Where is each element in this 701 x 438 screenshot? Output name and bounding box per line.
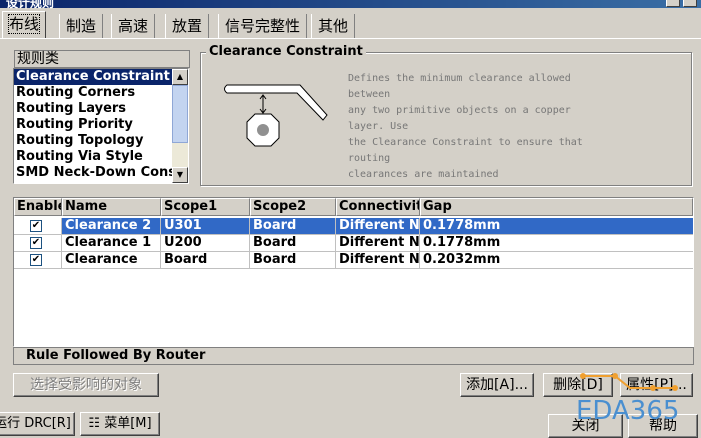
- header-gap[interactable]: Gap: [420, 198, 693, 216]
- list-item[interactable]: Routing Via Style: [14, 149, 173, 165]
- header-scope2[interactable]: Scope2: [250, 198, 336, 216]
- header-scope1[interactable]: Scope1: [161, 198, 250, 216]
- list-item[interactable]: Routing Priority: [14, 117, 173, 133]
- list-item[interactable]: Routing Layers: [14, 101, 173, 117]
- help-title-button[interactable]: [666, 0, 680, 7]
- rule-status: Rule Followed By Router: [13, 347, 694, 365]
- list-item[interactable]: Routing Topology: [14, 133, 173, 149]
- add-button[interactable]: 添加[A]...: [460, 373, 534, 397]
- scroll-up-icon[interactable]: ▲: [172, 69, 188, 85]
- gap-cell: 0.1778mm: [423, 235, 501, 250]
- list-item[interactable]: Routing Corners: [14, 85, 173, 101]
- name-cell: Clearance: [62, 252, 161, 268]
- gap-cell: 0.2032mm: [423, 252, 501, 267]
- enable-cell[interactable]: ✔: [14, 235, 62, 251]
- select-affected-button[interactable]: 选择受影响的对象: [13, 373, 159, 397]
- constraint-title: Clearance Constraint: [206, 44, 366, 59]
- tab-divider: [0, 38, 701, 39]
- header-enable[interactable]: Enable: [14, 198, 62, 216]
- tab-other[interactable]: 其他: [311, 14, 356, 38]
- header-connectivity[interactable]: Connectivity: [336, 198, 420, 216]
- gap-cell: 0.1778mm: [420, 218, 693, 234]
- window-title-bar: 设计规则: [0, 0, 701, 10]
- scope1-cell: U301: [161, 218, 250, 234]
- scope1-cell: Board: [161, 252, 250, 268]
- name-cell: Clearance 2: [62, 218, 161, 234]
- connectivity-cell: Different Nets: [336, 235, 420, 251]
- list-item[interactable]: Clearance Constraint: [14, 69, 173, 85]
- checkbox-checked-icon[interactable]: ✔: [30, 237, 42, 249]
- scope1-cell: U200: [161, 235, 250, 251]
- tab-manufacturing[interactable]: 制造: [59, 14, 104, 38]
- list-scrollbar[interactable]: ▲ ▼: [172, 69, 188, 183]
- menu-button[interactable]: ☷ 菜单[M]: [80, 412, 160, 436]
- checkbox-checked-icon[interactable]: ✔: [30, 220, 42, 232]
- scope2-cell: Board: [250, 235, 336, 251]
- header-name[interactable]: Name: [62, 198, 161, 216]
- tab-routing[interactable]: 布线: [2, 11, 47, 39]
- list-item[interactable]: SMD Neck-Down Constraint: [14, 165, 173, 181]
- connectivity-cell: Different Nets: [336, 218, 420, 234]
- checkbox-checked-icon[interactable]: ✔: [30, 254, 42, 266]
- watermark-circuit-icon: [580, 373, 678, 391]
- name-cell: Clearance 1: [62, 235, 161, 251]
- connectivity-cell: Different Nets: [336, 252, 420, 268]
- scope2-cell: Board: [250, 252, 336, 268]
- scroll-thumb[interactable]: [172, 85, 188, 143]
- tab-high-speed[interactable]: 高速: [111, 14, 156, 38]
- enable-cell[interactable]: ✔: [14, 252, 62, 268]
- close-title-button[interactable]: [683, 0, 697, 7]
- scope2-cell: Board: [250, 218, 336, 234]
- tab-placement[interactable]: 放置: [165, 14, 210, 38]
- menu-icon: ☷: [88, 416, 105, 431]
- table-row[interactable]: ✔ Clearance 1 U200 Board Different Nets …: [14, 235, 693, 252]
- watermark-text: EDA365: [576, 396, 680, 426]
- enable-cell[interactable]: ✔: [14, 218, 62, 234]
- window-title: 设计规则: [6, 0, 55, 10]
- tab-signal-integrity[interactable]: 信号完整性: [218, 14, 308, 38]
- rules-table[interactable]: Enable Name Scope1 Scope2 Connectivity G…: [13, 197, 694, 347]
- scroll-down-icon[interactable]: ▼: [172, 167, 188, 183]
- rule-classes-list[interactable]: Clearance Constraint Routing Corners Rou…: [13, 68, 189, 184]
- clearance-diagram-icon: [224, 84, 328, 147]
- run-drc-button[interactable]: 运行 DRC[R]: [0, 412, 75, 436]
- table-row[interactable]: ✔ Clearance 2 U301 Board Different Nets …: [14, 218, 693, 235]
- table-row[interactable]: ✔ Clearance Board Board Different Nets 0…: [14, 252, 693, 269]
- rule-classes-label: 规则类: [14, 50, 190, 68]
- constraint-description: Defines the minimum clearance allowed be…: [348, 73, 583, 177]
